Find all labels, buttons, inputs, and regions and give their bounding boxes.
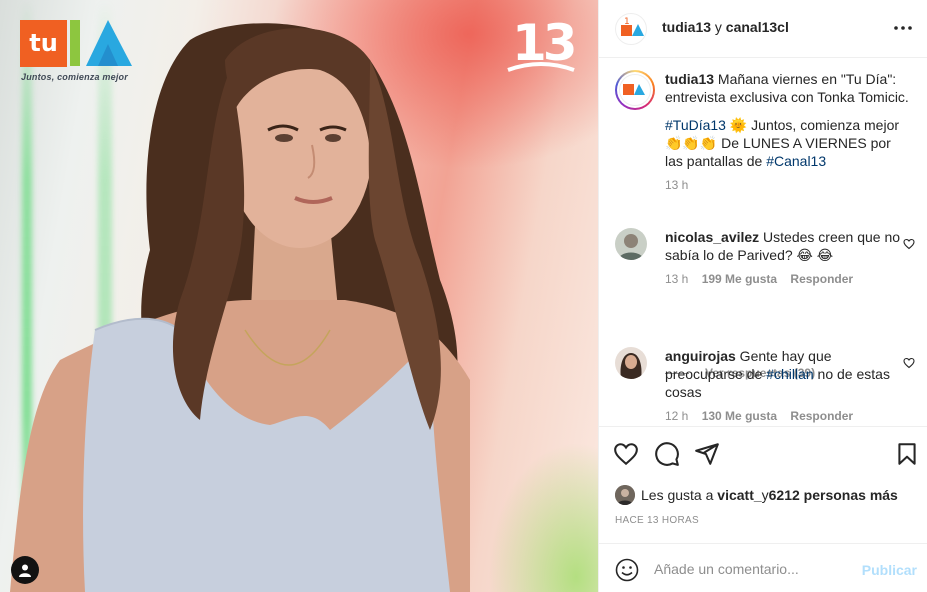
tudia-avatar-icon: 1 xyxy=(621,17,644,36)
canal13-logo: 13 xyxy=(506,14,578,76)
save-bookmark-icon[interactable] xyxy=(894,441,920,467)
share-send-icon[interactable] xyxy=(694,441,720,467)
liker-avatar[interactable] xyxy=(615,485,635,505)
comment-avatar[interactable] xyxy=(615,347,647,379)
comment-meta: 12 h 130 Me gusta Responder xyxy=(665,407,910,425)
logo-triangle-icon xyxy=(70,20,132,66)
user-photo-icon xyxy=(615,347,647,379)
tudia-avatar-icon xyxy=(623,84,645,95)
hashtag-link[interactable]: #chillan xyxy=(766,366,813,382)
logo-tagline: Juntos, comienza mejor xyxy=(21,72,128,82)
post-date[interactable]: HACE 13 HORAS xyxy=(615,515,699,526)
comment-meta: 13 h 199 Me gusta Responder xyxy=(665,270,910,288)
publish-button[interactable]: Publicar xyxy=(862,562,917,578)
comment-text: nicolas_avilez Ustedes creen que no sabí… xyxy=(665,228,910,288)
authors-joiner: y xyxy=(711,19,726,35)
comment-text: anguirojas Gente hay que preocuparse de … xyxy=(665,347,910,425)
liker-username[interactable]: vicatt_ xyxy=(717,487,761,503)
tudia-logo: tu Juntos, comienza mejor xyxy=(20,18,140,88)
comment-username[interactable]: nicolas_avilez xyxy=(665,229,759,245)
clap-emoji: 👏👏👏 xyxy=(665,135,718,151)
logo-tu-box: tu xyxy=(20,20,67,67)
post-header: 1 tudia13 y canal13cl xyxy=(599,0,927,58)
post-image[interactable]: tu Juntos, comienza mejor 13 xyxy=(0,0,598,592)
user-photo-icon xyxy=(615,228,647,260)
caption-text: tudia13 Mañana viernes en "Tu Día": entr… xyxy=(665,70,910,194)
post-authors: tudia13 y canal13cl xyxy=(662,19,789,35)
hashtag-link[interactable]: #Canal13 xyxy=(766,153,826,169)
ellipsis-icon xyxy=(894,26,912,30)
woman-portrait xyxy=(10,23,470,592)
reply-button[interactable]: Responder xyxy=(790,409,853,423)
like-comment-heart-icon[interactable] xyxy=(903,357,915,369)
comment-likes[interactable]: 199 Me gusta xyxy=(702,272,777,286)
like-comment-heart-icon[interactable] xyxy=(903,238,915,250)
svg-text:1: 1 xyxy=(624,17,630,27)
sun-emoji: 🌞 xyxy=(729,117,748,133)
post-actions: Les gusta a vicatt_ y 6212 personas más … xyxy=(599,426,927,543)
hashtag-link[interactable]: #TuDía13 xyxy=(665,117,726,133)
add-comment-bar: Publicar xyxy=(599,543,927,592)
tagged-users-button[interactable] xyxy=(11,556,39,584)
comment-likes[interactable]: 130 Me gusta xyxy=(702,409,777,423)
author-link[interactable]: tudia13 xyxy=(662,19,711,35)
post-details-panel: 1 tudia13 y canal13cl tudia13 Mañana vie… xyxy=(598,0,927,592)
comment-username[interactable]: anguirojas xyxy=(665,348,736,364)
comment-time[interactable]: 13 h xyxy=(665,272,688,286)
caption-text-2: Juntos, comienza mejor xyxy=(747,117,900,133)
reply-button[interactable]: Responder xyxy=(790,272,853,286)
likes-joiner: y xyxy=(761,487,769,503)
account-avatar[interactable]: 1 xyxy=(615,13,647,45)
caption-time[interactable]: 13 h xyxy=(665,178,688,192)
caption-username[interactable]: tudia13 xyxy=(665,71,714,87)
caption-avatar[interactable] xyxy=(615,70,655,110)
more-options-button[interactable] xyxy=(891,18,915,38)
likes-prefix: Les gusta a xyxy=(641,487,714,503)
comment-avatar[interactable] xyxy=(615,228,647,260)
channel-swoosh-icon xyxy=(507,62,575,72)
collab-link[interactable]: canal13cl xyxy=(726,19,789,35)
emoji-icon[interactable] xyxy=(615,558,639,582)
comment-time[interactable]: 12 h xyxy=(665,409,688,423)
comment-bubble-icon[interactable] xyxy=(654,441,680,467)
caption-meta: 13 h xyxy=(665,176,910,194)
user-photo-icon xyxy=(615,485,635,505)
comments-section[interactable]: tudia13 Mañana viernes en "Tu Día": entr… xyxy=(599,58,927,426)
likes-count[interactable]: 6212 personas más xyxy=(769,487,898,503)
like-heart-icon[interactable] xyxy=(613,441,639,467)
likes-summary: Les gusta a vicatt_ y 6212 personas más xyxy=(615,485,898,505)
comment-input[interactable] xyxy=(654,558,854,580)
person-icon xyxy=(19,564,31,577)
